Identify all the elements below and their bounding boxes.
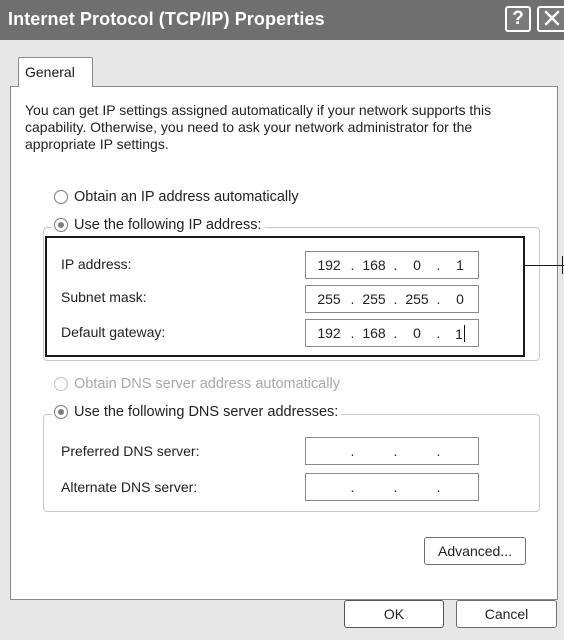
callout-pointer-tick bbox=[562, 256, 563, 274]
use-following-ip-radio[interactable] bbox=[54, 218, 68, 232]
obtain-dns-automatically-radio[interactable] bbox=[54, 377, 68, 391]
preferred-dns-label: Preferred DNS server: bbox=[61, 443, 200, 459]
use-following-ip-label: Use the following IP address: bbox=[74, 217, 262, 233]
subnet-octet-1: 255 bbox=[317, 291, 341, 307]
ip-octet-1: 192 bbox=[317, 257, 341, 273]
ok-button[interactable]: OK bbox=[344, 600, 444, 628]
use-following-dns-radio[interactable] bbox=[54, 405, 68, 419]
gateway-octet-1: 192 bbox=[317, 325, 341, 341]
obtain-ip-automatically-radio[interactable] bbox=[54, 190, 68, 204]
gateway-octet-4-wrap: 1 bbox=[443, 324, 477, 342]
advanced-button[interactable]: Advanced... bbox=[424, 537, 526, 565]
obtain-dns-automatically-option[interactable]: Obtain DNS server address automatically bbox=[54, 376, 340, 392]
subnet-mask-label: Subnet mask: bbox=[61, 289, 147, 305]
obtain-ip-automatically-option[interactable]: Obtain an IP address automatically bbox=[54, 189, 299, 205]
close-icon bbox=[544, 10, 560, 26]
gateway-octet-2: 168 bbox=[362, 325, 386, 341]
ip-octet-2: 168 bbox=[362, 257, 386, 273]
tab-general[interactable]: General bbox=[18, 57, 93, 87]
subnet-octet-2: 255 bbox=[362, 291, 386, 307]
title-bar[interactable]: Internet Protocol (TCP/IP) Properties ? bbox=[0, 0, 564, 40]
cancel-button[interactable]: Cancel bbox=[456, 600, 557, 628]
default-gateway-label: Default gateway: bbox=[61, 324, 166, 340]
use-following-dns-option[interactable]: Use the following DNS server addresses: bbox=[52, 404, 342, 420]
close-button[interactable] bbox=[537, 6, 564, 32]
use-following-ip-option[interactable]: Use the following IP address: bbox=[52, 217, 265, 233]
obtain-dns-automatically-label: Obtain DNS server address automatically bbox=[74, 376, 340, 392]
default-gateway-input[interactable]: 192. 168. 0. 1 bbox=[305, 319, 479, 347]
subnet-octet-3: 255 bbox=[405, 291, 429, 307]
ip-address-input[interactable]: 192. 168. 0. 1 bbox=[305, 251, 479, 279]
preferred-dns-input[interactable]: . . . bbox=[305, 437, 479, 465]
subnet-octet-4: 0 bbox=[456, 291, 464, 307]
help-icon: ? bbox=[512, 8, 524, 29]
alternate-dns-input[interactable]: . . . bbox=[305, 473, 479, 501]
use-following-dns-label: Use the following DNS server addresses: bbox=[74, 404, 339, 420]
gateway-octet-3: 0 bbox=[413, 325, 421, 341]
callout-pointer-line bbox=[525, 265, 564, 266]
subnet-mask-input[interactable]: 255. 255. 255. 0 bbox=[305, 285, 479, 313]
gateway-octet-4: 1 bbox=[455, 325, 463, 342]
alternate-dns-label: Alternate DNS server: bbox=[61, 479, 198, 495]
properties-dialog: Internet Protocol (TCP/IP) Properties ? … bbox=[0, 0, 564, 640]
text-caret bbox=[463, 324, 465, 342]
help-button[interactable]: ? bbox=[505, 6, 531, 32]
tab-general-label: General bbox=[25, 64, 75, 80]
obtain-ip-automatically-label: Obtain an IP address automatically bbox=[74, 189, 299, 205]
ip-address-label: IP address: bbox=[61, 256, 132, 272]
ip-octet-4: 1 bbox=[456, 257, 464, 273]
ip-octet-3: 0 bbox=[413, 257, 421, 273]
window-title: Internet Protocol (TCP/IP) Properties bbox=[8, 9, 325, 29]
description-text: You can get IP settings assigned automat… bbox=[25, 102, 492, 152]
